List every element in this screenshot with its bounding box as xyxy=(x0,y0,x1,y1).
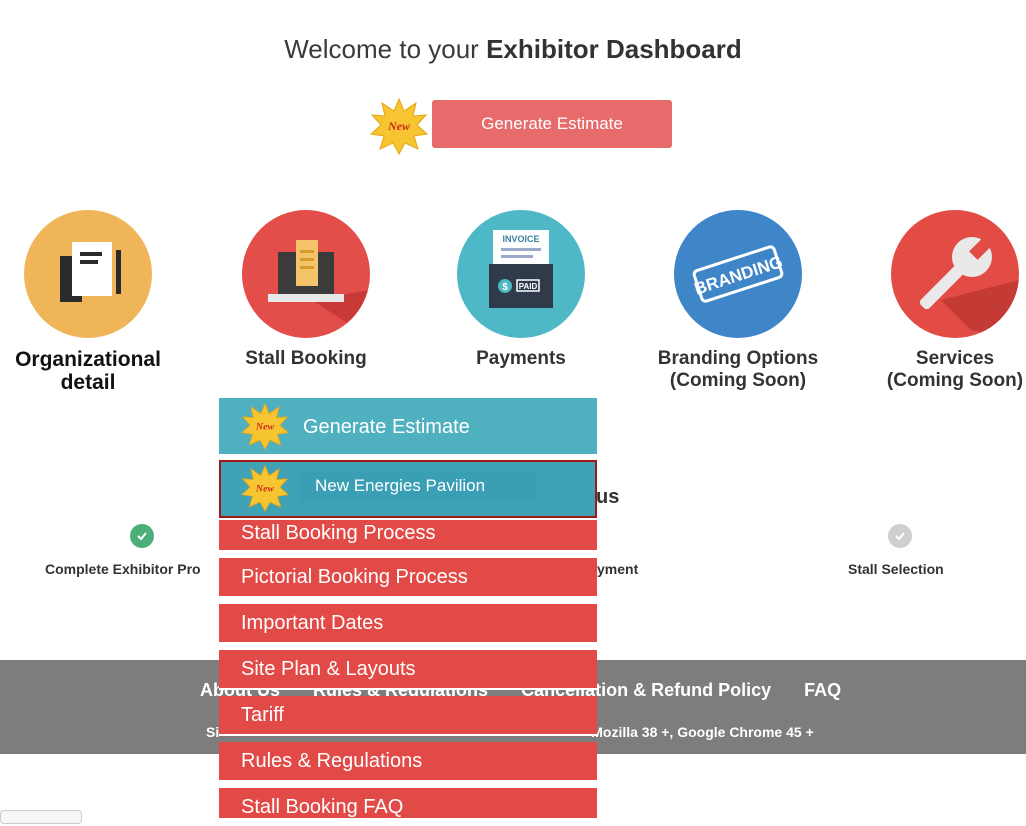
new-starburst-icon: New xyxy=(240,464,290,512)
status-bar-tooltip xyxy=(0,810,82,824)
check-done-icon xyxy=(130,524,154,548)
card-payments[interactable]: INVOICE $ PAID Payments xyxy=(441,210,601,370)
svg-text:New: New xyxy=(255,483,275,494)
laptop-icon xyxy=(242,210,370,338)
step-label: yment xyxy=(597,561,639,577)
new-starburst-icon: New xyxy=(370,97,428,155)
card-label: Services (Coming Soon) xyxy=(886,348,1024,391)
card-organizational-detail[interactable]: Organizational detail xyxy=(0,210,176,394)
menu-item-site-plan-layouts[interactable]: Site Plan & Layouts xyxy=(219,650,597,690)
card-label: Branding Options (Coming Soon) xyxy=(657,348,819,391)
menu-item-pictorial-booking-process[interactable]: Pictorial Booking Process xyxy=(219,558,597,598)
menu-item-stall-booking-process[interactable]: Stall Booking Process xyxy=(219,520,597,552)
wrench-icon xyxy=(891,210,1019,338)
status-heading: us xyxy=(596,486,620,508)
svg-text:INVOICE: INVOICE xyxy=(502,234,539,244)
generate-estimate-button[interactable]: Generate Estimate xyxy=(432,100,672,148)
invoice-paid-icon: INVOICE $ PAID xyxy=(457,210,585,338)
svg-text:New: New xyxy=(387,119,411,133)
document-pen-icon xyxy=(24,210,152,338)
step-label: Complete Exhibitor Pro xyxy=(45,561,201,577)
menu-item-tariff[interactable]: Tariff xyxy=(219,696,597,736)
svg-text:$: $ xyxy=(502,282,508,293)
branding-stamp-icon: BRANDING xyxy=(674,210,802,338)
check-pending-icon xyxy=(888,524,912,548)
card-services[interactable]: Services (Coming Soon) xyxy=(870,210,1026,392)
card-label: Payments xyxy=(476,348,566,369)
card-branding-options[interactable]: BRANDING Branding Options (Coming Soon) xyxy=(648,210,828,392)
menu-item-label: New Energies Pavilion xyxy=(299,472,537,502)
new-starburst-icon: New xyxy=(240,402,290,450)
footer-link-faq[interactable]: FAQ xyxy=(804,680,841,700)
menu-item-rules-regulations[interactable]: Rules & Regulations xyxy=(219,742,597,782)
svg-text:New: New xyxy=(255,421,275,432)
page-title: Welcome to your Exhibitor Dashboard xyxy=(284,34,742,64)
menu-item-new-energies-pavilion[interactable]: New New Energies Pavilion xyxy=(219,460,597,518)
card-label: Stall Booking xyxy=(245,348,367,369)
svg-text:PAID: PAID xyxy=(519,282,538,291)
menu-item-important-dates[interactable]: Important Dates xyxy=(219,604,597,644)
card-stall-booking[interactable]: Stall Booking xyxy=(226,210,386,370)
card-label: Organizational detail xyxy=(15,348,161,394)
step-label: Stall Selection xyxy=(848,561,944,577)
menu-item-generate-estimate[interactable]: New Generate Estimate xyxy=(219,398,597,456)
menu-item-stall-booking-faq[interactable]: Stall Booking FAQ xyxy=(219,788,597,820)
